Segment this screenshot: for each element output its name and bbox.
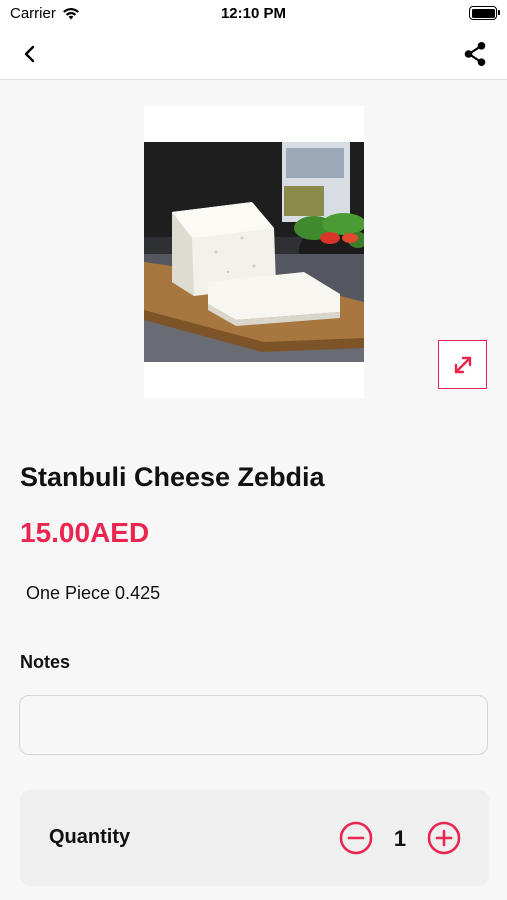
cheese-photo: [144, 142, 364, 362]
expand-arrows-icon: [454, 356, 471, 373]
minus-circle-icon: [339, 821, 373, 855]
product-title: Stanbuli Cheese Zebdia: [20, 462, 325, 492]
back-button[interactable]: [14, 38, 46, 70]
share-button[interactable]: [459, 38, 491, 70]
quantity-card: Quantity 1: [20, 790, 489, 886]
battery-icon: [469, 6, 500, 20]
chevron-left-icon: [24, 45, 35, 63]
plus-circle-icon: [427, 821, 461, 855]
battery-nub: [498, 10, 500, 15]
product-price: 15.00AED: [20, 517, 150, 548]
notes-input[interactable]: [19, 695, 488, 755]
quantity-label: Quantity: [49, 826, 131, 848]
product-description: One Piece 0.425: [26, 583, 161, 603]
product-image[interactable]: [144, 106, 364, 398]
share-icon: [464, 42, 486, 66]
expand-image-button[interactable]: [438, 340, 487, 389]
decrease-quantity-button[interactable]: [339, 821, 373, 855]
increase-quantity-button[interactable]: [427, 821, 461, 855]
nav-bar: [0, 28, 507, 80]
status-time: 12:10 PM: [220, 5, 287, 22]
status-bar: Carrier 12:10 PM: [0, 0, 507, 28]
quantity-value: 1: [393, 826, 407, 851]
notes-label: Notes: [20, 652, 71, 672]
battery-level: [471, 8, 495, 18]
